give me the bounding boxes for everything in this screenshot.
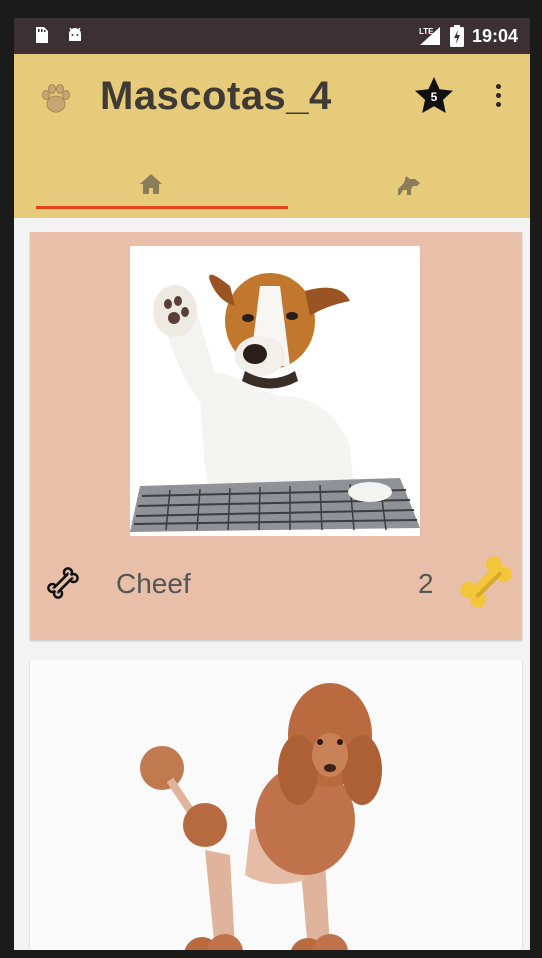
- overflow-menu-icon: [490, 84, 506, 107]
- dog-icon: [398, 176, 420, 195]
- tab-pets[interactable]: [280, 158, 530, 210]
- pet-name: Cheef: [116, 568, 191, 599]
- dog-laptop-photo: [130, 246, 420, 536]
- device-frame: LTE 19:04 Mascotas_4 5 Cheef 2: [0, 0, 542, 958]
- network-type-label: LTE: [419, 27, 434, 36]
- android-icon: [69, 27, 81, 41]
- selected-tab-indicator: [36, 206, 288, 209]
- favorites-badge: 5: [431, 90, 438, 104]
- battery-icon: [449, 25, 464, 47]
- paw-icon: [42, 84, 70, 113]
- app-bar: Mascotas_4 5: [14, 54, 530, 218]
- favorites-button[interactable]: 5: [412, 74, 456, 118]
- signal-icon: LTE: [419, 27, 440, 45]
- golden-bone-icon: [456, 552, 516, 612]
- pet-rating-count: 2: [418, 568, 434, 599]
- pet-card[interactable]: [30, 660, 522, 950]
- poodle-photo: [130, 680, 420, 950]
- status-time: 19:04: [471, 25, 518, 46]
- app-title: Mascotas_4: [100, 74, 332, 118]
- pet-card[interactable]: Cheef 2: [30, 232, 522, 640]
- rate-pet-button[interactable]: [46, 566, 80, 600]
- pet-list[interactable]: Cheef 2: [14, 218, 530, 950]
- star-icon: 5: [415, 77, 453, 113]
- sd-card-icon: [36, 27, 48, 43]
- bone-icon: [47, 567, 79, 599]
- app-screen: LTE 19:04 Mascotas_4 5 Cheef 2: [14, 18, 530, 950]
- overflow-menu-button[interactable]: [490, 80, 506, 114]
- tab-home[interactable]: [22, 158, 280, 210]
- home-icon: [140, 174, 162, 194]
- status-bar: LTE 19:04: [14, 18, 530, 54]
